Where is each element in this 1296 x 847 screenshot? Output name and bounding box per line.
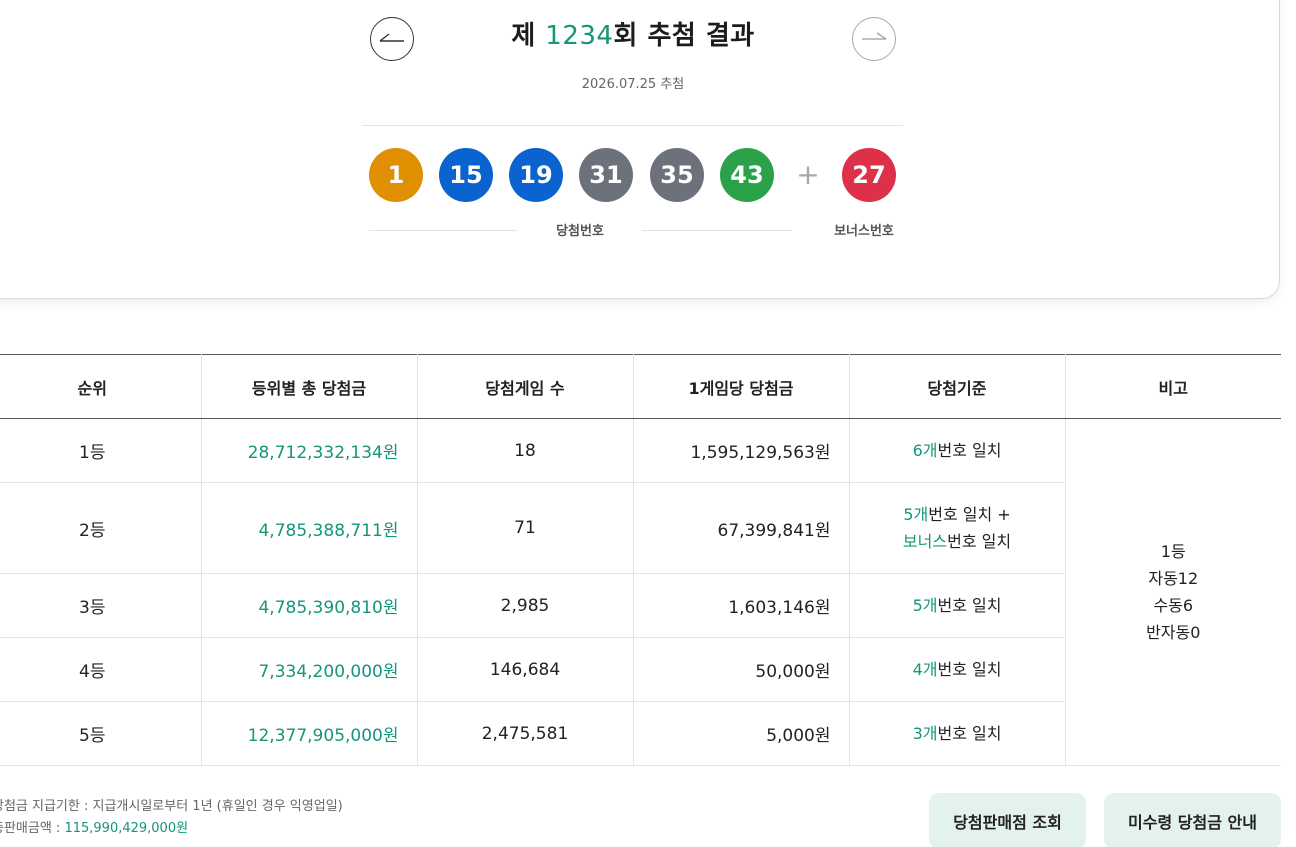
total-prize-cell: 4,785,388,711원 xyxy=(201,482,418,574)
bonus-number-caption: 보너스번호 xyxy=(834,224,894,239)
winning-number-ball: 1 xyxy=(369,148,423,202)
prize-per-game-cell: 5,000원 xyxy=(633,701,850,766)
rank-cell: 4등 xyxy=(0,637,202,702)
bonus-number-ball: 27 xyxy=(842,148,896,202)
rank-cell: 1등 xyxy=(0,418,202,483)
prize-table: 순위 등위별 총 당첨금 당첨게임 수 1게임당 당첨금 당첨기준 비고 1등 … xyxy=(0,354,1281,766)
draw-date: 2026.07.25 추첨 xyxy=(581,77,685,92)
winning-games-cell: 146,684 xyxy=(417,637,634,702)
winning-number-ball: 19 xyxy=(509,148,563,202)
unclaimed-prize-info-button[interactable]: 미수령 당첨금 안내 xyxy=(1104,793,1281,847)
header-total-prize: 등위별 총 당첨금 xyxy=(201,354,418,419)
winning-games-cell: 2,985 xyxy=(417,573,634,638)
rank-cell: 5등 xyxy=(0,701,202,766)
criteria-cell: 3개번호 일치 xyxy=(849,701,1066,766)
total-sales-text: 총판매금액 : 115,990,429,000원 xyxy=(0,821,189,836)
note-cell: 1등 자동12 수동6 반자동0 xyxy=(1065,418,1281,766)
prize-per-game-cell: 1,603,146원 xyxy=(633,573,850,638)
total-prize-cell: 7,334,200,000원 xyxy=(201,637,418,702)
rank-cell: 2등 xyxy=(0,482,202,574)
rank-cell: 3등 xyxy=(0,573,202,638)
winning-number-ball: 15 xyxy=(439,148,493,202)
header-winning-games: 당첨게임 수 xyxy=(417,354,634,419)
criteria-cell: 5개번호 일치 + 보너스번호 일치 xyxy=(849,482,1066,574)
table-row: 1등 28,712,332,134원 18 1,595,129,563원 6개번… xyxy=(0,418,1281,766)
header-rank: 순위 xyxy=(0,354,202,419)
prize-per-game-cell: 50,000원 xyxy=(633,637,850,702)
header-prize-per-game: 1게임당 당첨금 xyxy=(633,354,850,419)
plus-sign: + xyxy=(796,158,820,191)
criteria-cell: 5개번호 일치 xyxy=(849,573,1066,638)
winning-store-search-button[interactable]: 당첨판매점 조회 xyxy=(929,793,1086,847)
prize-per-game-cell: 67,399,841원 xyxy=(633,482,850,574)
header-note: 비고 xyxy=(1065,354,1281,419)
total-prize-cell: 12,377,905,000원 xyxy=(201,701,418,766)
prize-per-game-cell: 1,595,129,563원 xyxy=(633,418,850,483)
divider xyxy=(362,125,903,126)
round-number: 1234 xyxy=(545,21,614,51)
arrow-right-icon xyxy=(862,32,887,40)
header-criteria: 당첨기준 xyxy=(849,354,1066,419)
criteria-cell: 6개번호 일치 xyxy=(849,418,1066,483)
winning-numbers-caption: 당첨번호 xyxy=(556,224,604,239)
page-title: 제 1234회 추첨 결과 xyxy=(511,21,755,51)
winning-number-ball: 31 xyxy=(579,148,633,202)
criteria-cell: 4개번호 일치 xyxy=(849,637,1066,702)
winning-number-ball: 35 xyxy=(650,148,704,202)
caption-line xyxy=(642,230,792,231)
next-round-button[interactable] xyxy=(852,17,896,61)
total-sales-amount: 115,990,429,000원 xyxy=(64,821,189,836)
total-prize-cell: 28,712,332,134원 xyxy=(201,418,418,483)
winning-games-cell: 2,475,581 xyxy=(417,701,634,766)
caption-line xyxy=(369,230,517,231)
winning-games-cell: 71 xyxy=(417,482,634,574)
winning-games-cell: 18 xyxy=(417,418,634,483)
total-prize-cell: 4,785,390,810원 xyxy=(201,573,418,638)
winning-number-ball: 43 xyxy=(720,148,774,202)
payment-deadline-text: 당첨금 지급기한 : 지급개시일로부터 1년 (휴일인 경우 익영업일) xyxy=(0,799,343,814)
table-header-row: 순위 등위별 총 당첨금 당첨게임 수 1게임당 당첨금 당첨기준 비고 xyxy=(0,354,1281,419)
